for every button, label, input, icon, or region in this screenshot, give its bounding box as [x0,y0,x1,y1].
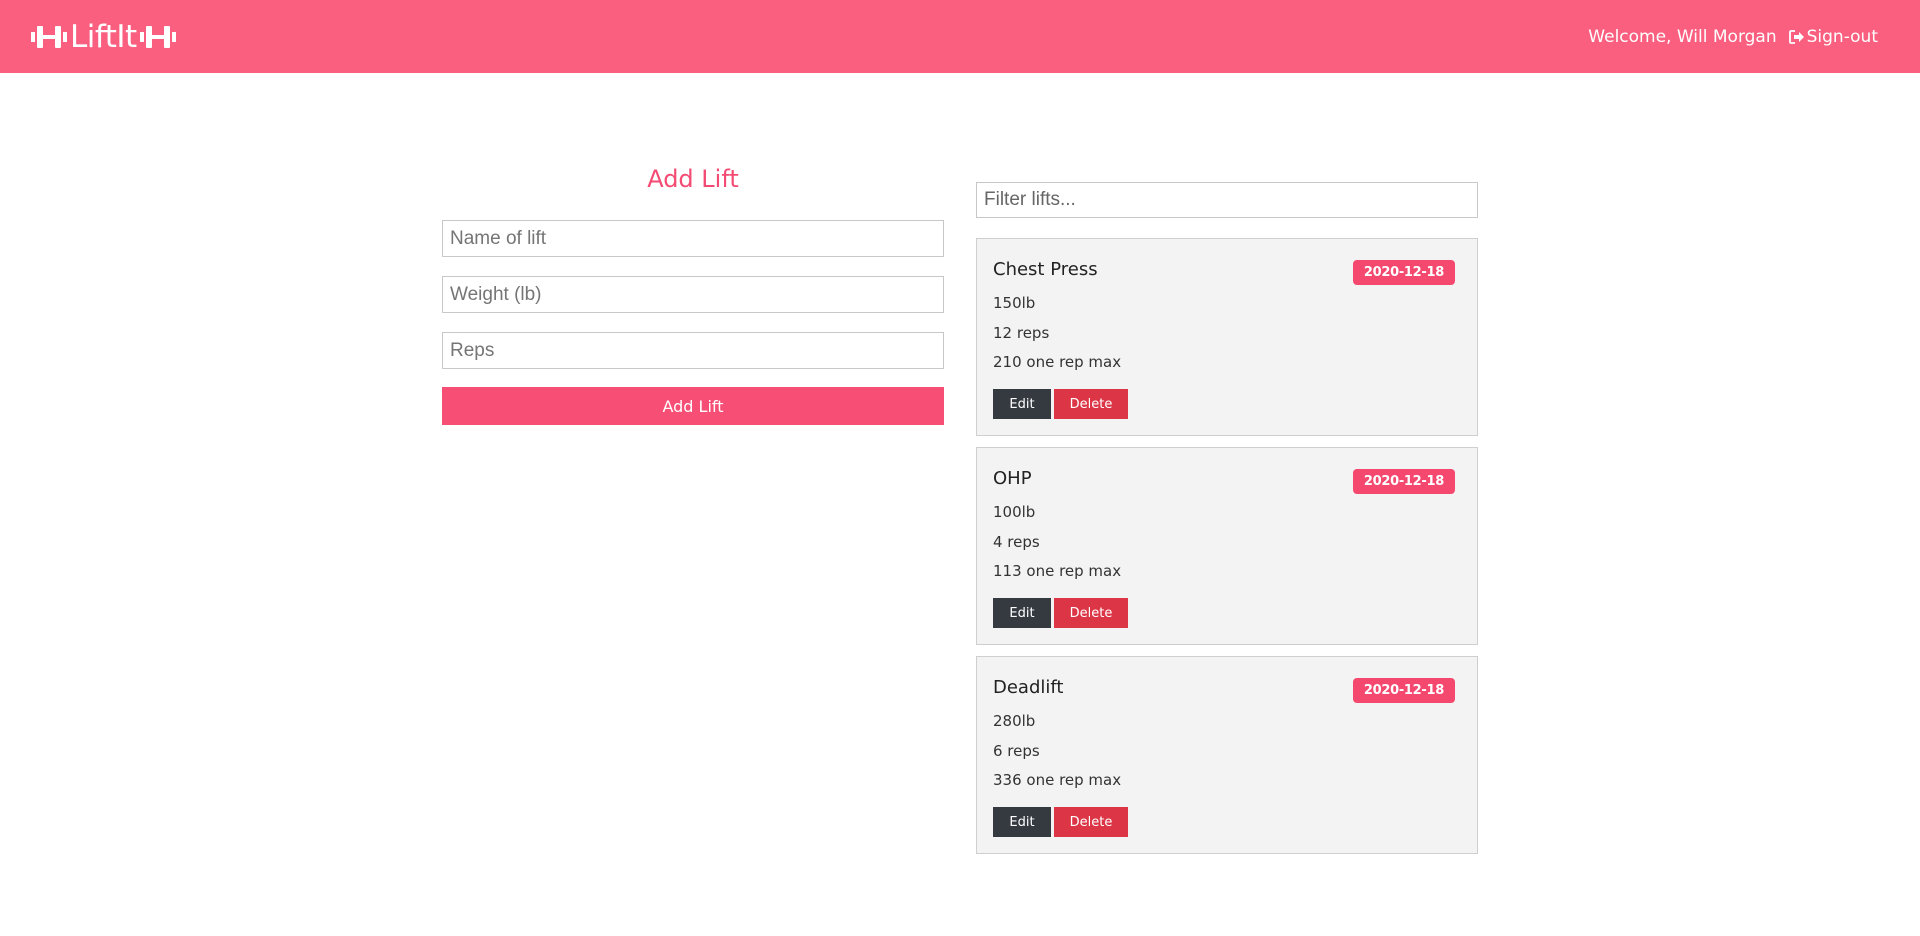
lift-name: OHP [993,468,1032,489]
brand-name: LiftIt [70,18,137,55]
lift-reps: 12 reps [993,324,1050,342]
lift-one-rep-max: 210 one rep max [993,353,1122,371]
user-nav: Welcome, Will Morgan Sign-out [1588,27,1878,47]
dumbbell-icon [31,25,67,48]
lift-name-input[interactable] [442,220,944,257]
date-badge: 2020-12-18 [1352,469,1455,494]
lift-card: Deadlift 2020-12-18 280lb 6 reps 336 one… [976,656,1478,854]
delete-button[interactable]: Delete [1054,807,1128,837]
sign-out-icon [1788,29,1804,44]
signout-link[interactable]: Sign-out [1788,26,1878,47]
lift-reps: 4 reps [993,533,1040,551]
lift-card: Chest Press 2020-12-18 150lb 12 reps 210… [976,238,1478,436]
delete-button[interactable]: Delete [1054,598,1128,628]
signout-label: Sign-out [1806,26,1878,47]
lift-one-rep-max: 113 one rep max [993,562,1122,580]
lift-card: OHP 2020-12-18 100lb 4 reps 113 one rep … [976,447,1478,645]
date-badge: 2020-12-18 [1352,260,1455,285]
lift-one-rep-max: 336 one rep max [993,771,1122,789]
navbar: LiftIt Welcome, Will Morgan Sign-out [0,0,1920,73]
lift-name: Deadlift [993,677,1064,698]
dumbbell-icon [139,25,176,48]
lift-weight: 280lb [993,712,1036,730]
filter-input[interactable] [976,182,1478,218]
lift-weight-input[interactable] [442,276,944,313]
add-lift-button[interactable]: Add Lift [442,387,944,425]
date-badge: 2020-12-18 [1352,678,1455,703]
lift-reps-input[interactable] [442,332,944,369]
welcome-text: Welcome, Will Morgan [1588,26,1777,47]
lift-reps: 6 reps [993,742,1040,760]
delete-button[interactable]: Delete [1054,389,1128,419]
edit-button[interactable]: Edit [993,598,1051,628]
edit-button[interactable]: Edit [993,807,1051,837]
lift-weight: 150lb [993,294,1036,312]
lift-weight: 100lb [993,503,1036,521]
add-lift-title: Add Lift [647,165,739,193]
lift-name: Chest Press [993,259,1098,280]
edit-button[interactable]: Edit [993,389,1051,419]
brand-logo[interactable]: LiftIt [30,19,177,55]
